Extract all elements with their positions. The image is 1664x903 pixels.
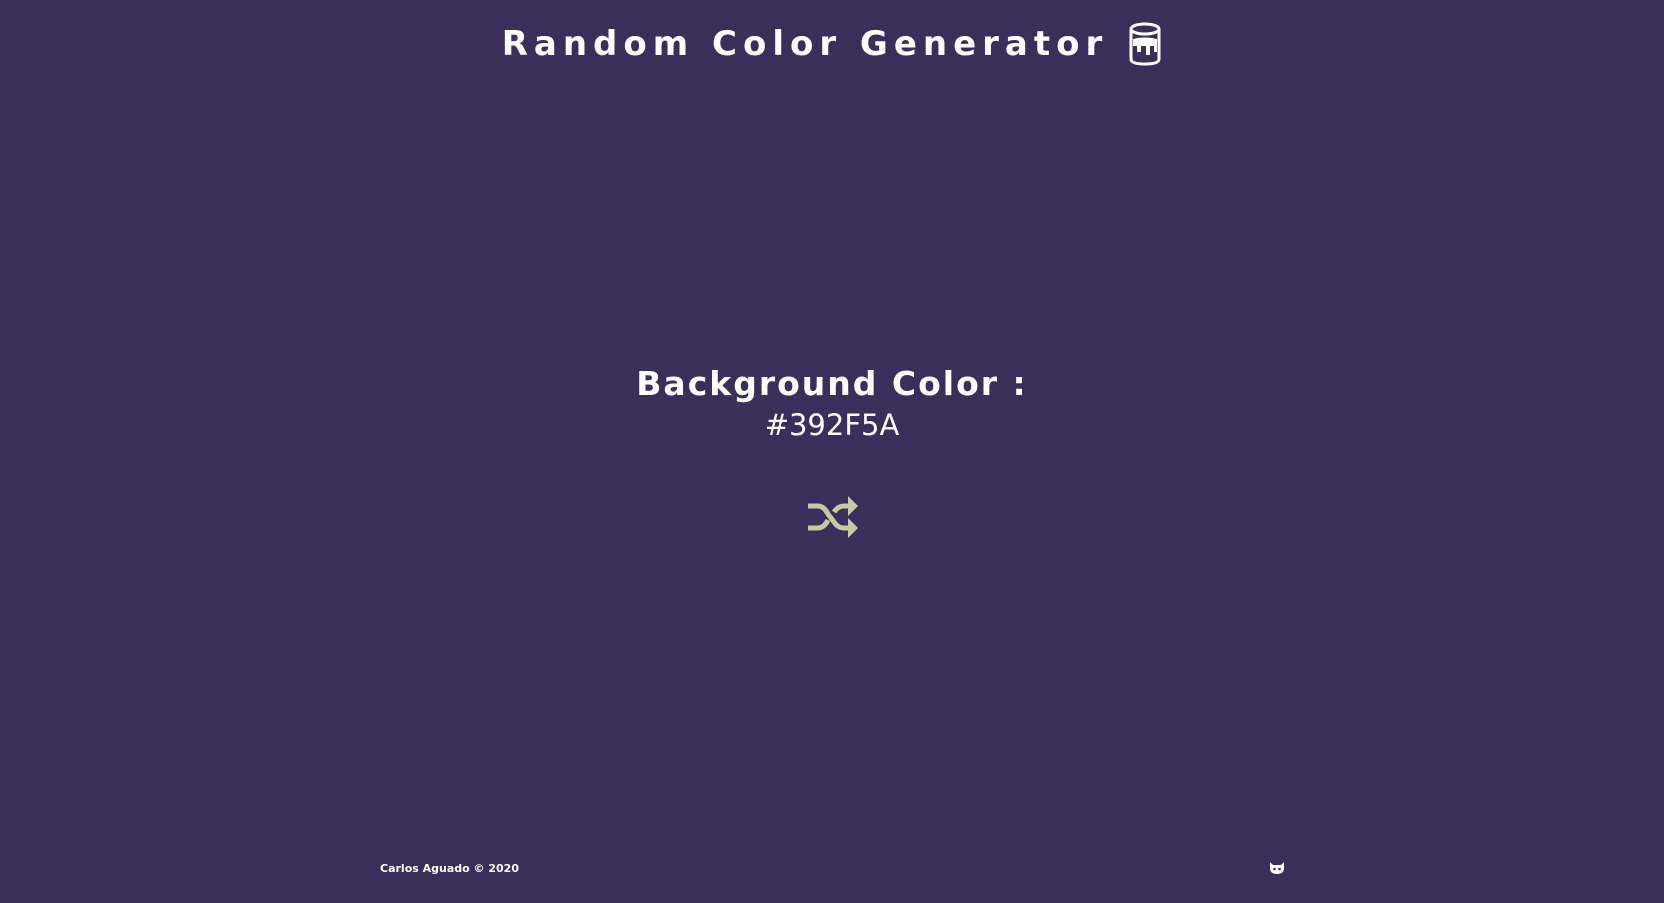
app-title: Random Color Generator [501,24,1109,64]
shuffle-icon [808,496,858,538]
header: Random Color Generator [0,20,1664,68]
footer: Carlos Aguado © 2020 [380,860,1286,876]
shuffle-button[interactable] [806,492,858,542]
github-link[interactable] [1268,860,1286,876]
color-display: Background Color : #392F5A [0,362,1664,444]
copyright-text: Carlos Aguado © 2020 [380,861,519,875]
background-color-label: Background Color : [636,364,1028,403]
github-icon [1270,862,1284,874]
paint-bucket-icon [1128,22,1162,66]
background-color-value: #392F5A [764,408,900,442]
